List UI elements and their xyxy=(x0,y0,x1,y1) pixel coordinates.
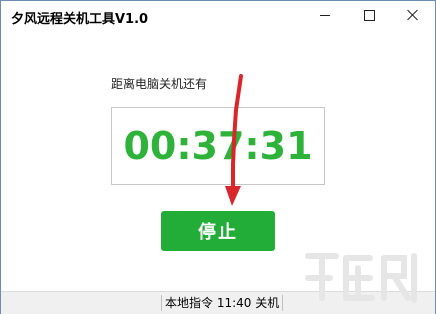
countdown-box: 00:37:31 xyxy=(111,107,325,185)
minimize-button[interactable] xyxy=(303,1,347,29)
close-button[interactable] xyxy=(391,1,435,29)
stop-button[interactable]: 停止 xyxy=(161,211,275,251)
minimize-icon xyxy=(320,14,330,16)
maximize-button[interactable] xyxy=(347,1,391,29)
status-bar: 本地指令 11:40 关机 xyxy=(1,291,435,314)
status-text: 本地指令 11:40 关机 xyxy=(161,295,284,311)
window-title: 夕风远程关机工具V1.0 xyxy=(11,12,149,27)
countdown-display: 00:37:31 xyxy=(123,124,313,168)
app-window: 夕风远程关机工具V1.0 距离电脑关机还有 00:37:31 停止 本地指令 1… xyxy=(0,0,436,314)
close-icon xyxy=(407,9,419,21)
title-bar: 夕风远程关机工具V1.0 xyxy=(1,1,435,31)
maximize-icon xyxy=(363,9,375,21)
countdown-caption: 距离电脑关机还有 xyxy=(111,77,208,91)
